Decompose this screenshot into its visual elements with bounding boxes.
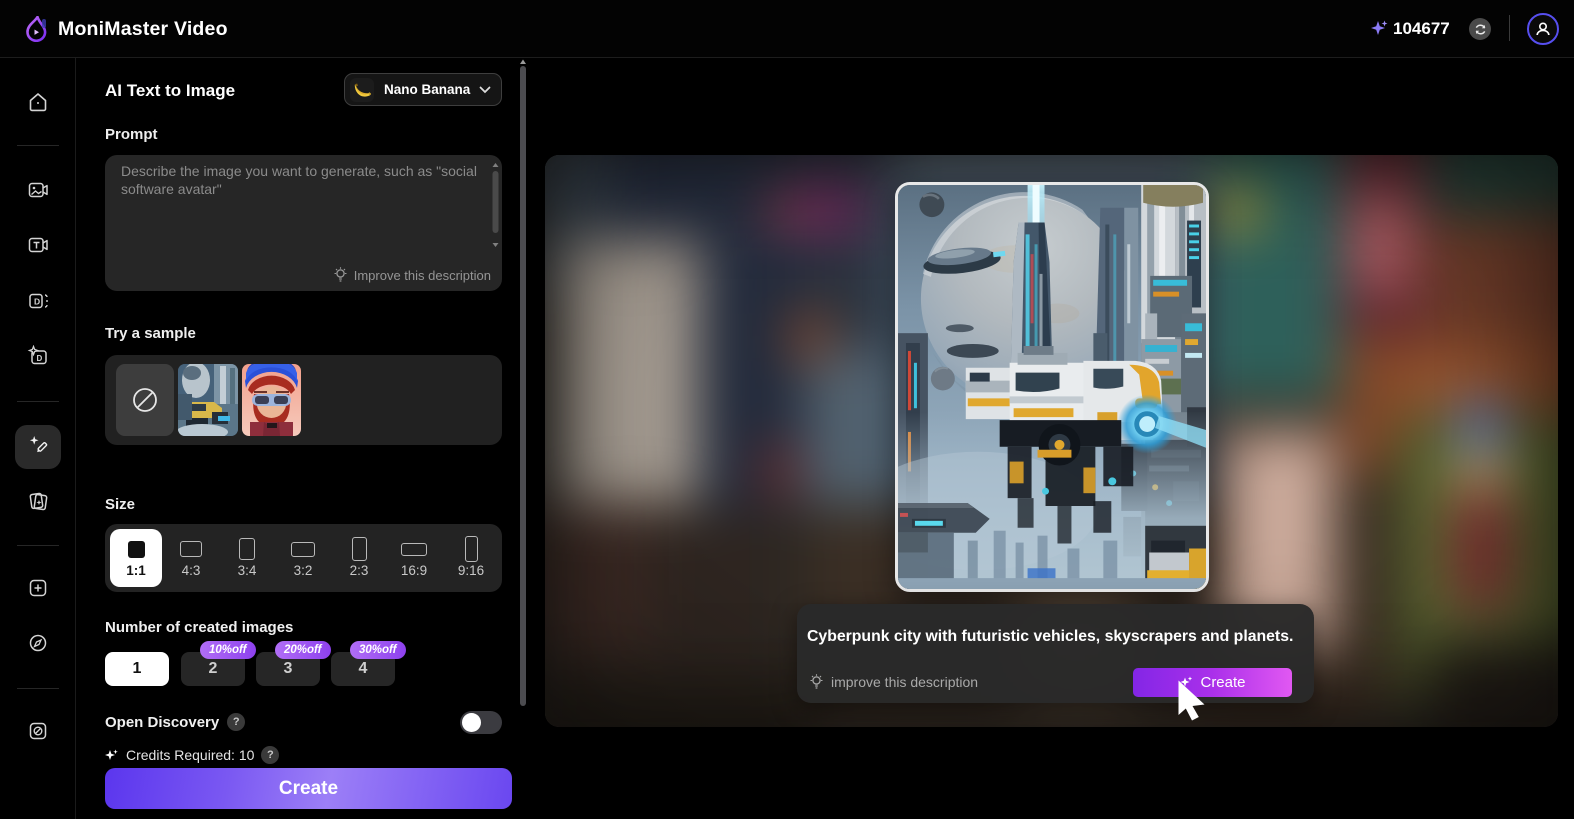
svg-text:D: D — [34, 297, 40, 307]
svg-text:D: D — [37, 354, 43, 363]
